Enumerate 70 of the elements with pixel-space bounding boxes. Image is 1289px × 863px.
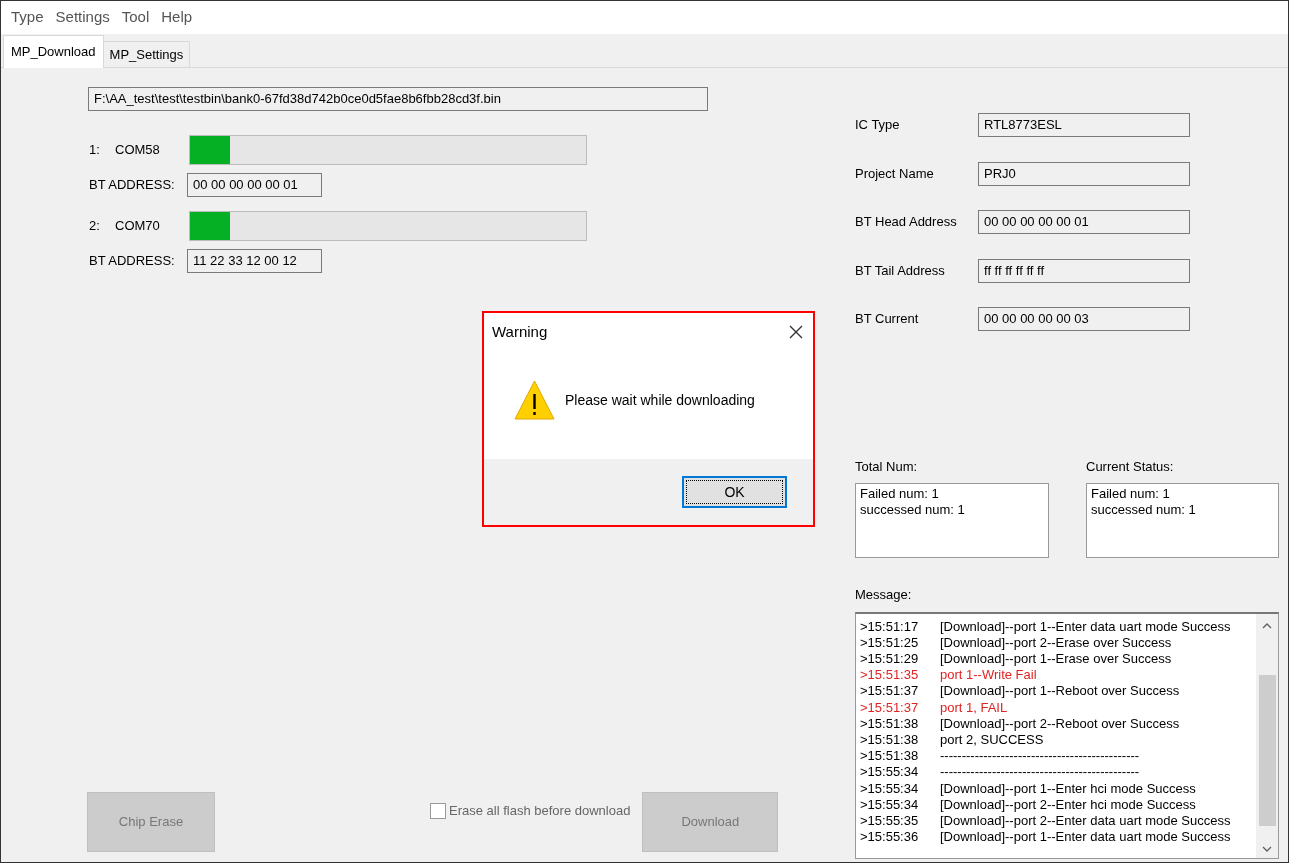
info-field[interactable]: 00 00 00 00 00 01: [978, 210, 1190, 234]
log-time: >15:51:29: [860, 650, 920, 668]
section-label: Total Num:: [855, 457, 919, 476]
address-field[interactable]: 11 22 33 12 00 12: [187, 249, 322, 273]
section-label: Current Status:: [1086, 457, 1175, 476]
info-field[interactable]: RTL8773ESL: [978, 113, 1190, 137]
log-text: port 1--Write Fail: [940, 667, 1037, 684]
log-text: port 1, FAIL: [940, 699, 1008, 716]
warning-icon: [514, 380, 555, 420]
close-button[interactable]: [787, 323, 805, 341]
log-time: >15:51:38: [860, 731, 920, 749]
log-text: port 2, SUCCESS: [940, 731, 1044, 749]
log-time: >15:55:34: [860, 796, 920, 813]
log-text: [Download]--port 1--Enter hci mode Success: [940, 780, 1196, 797]
info-field[interactable]: ff ff ff ff ff ff: [978, 258, 1190, 283]
scroll-up-icon[interactable]: [1262, 622, 1272, 629]
menu-item[interactable]: Help: [155, 6, 199, 29]
log-time: >15:51:38: [860, 748, 920, 765]
field-label: BT Tail Address: [855, 261, 946, 280]
log-text: ----------------------------------------------: [940, 764, 1140, 781]
field-label: IC Type: [855, 116, 901, 135]
log-time: >15:51:38: [860, 715, 920, 732]
dialog-title: Warning: [492, 321, 548, 342]
info-field[interactable]: PRJ0: [978, 161, 1190, 186]
log-text: [Download]--port 2--Enter hci mode Success: [940, 796, 1196, 813]
stats-line: successed num: 1: [860, 502, 966, 518]
stats-line: Failed num: 1: [860, 486, 940, 502]
menu-item[interactable]: Settings: [49, 6, 116, 29]
checkbox[interactable]: [430, 802, 446, 819]
port-index: 2:: [88, 217, 101, 236]
field-label: BT Current: [855, 310, 920, 329]
field-label: BT Head Address: [855, 213, 958, 232]
scroll-down-icon[interactable]: [1262, 846, 1272, 852]
log-text: [Download]--port 1--Enter data uart mode Success: [940, 829, 1231, 846]
info-field[interactable]: 00 00 00 00 00 03: [978, 307, 1190, 331]
menu-item[interactable]: Type: [5, 6, 50, 29]
address-label: BT ADDRESS:: [88, 176, 176, 195]
log-text: [Download]--port 1--Enter data uart mode Success: [940, 618, 1231, 635]
log-time: >15:51:35: [860, 667, 920, 684]
log-time: >15:55:34: [860, 780, 920, 797]
port-name: COM58: [115, 141, 161, 160]
tab[interactable]: MP_Download: [3, 34, 104, 68]
stats-line: Failed num: 1: [1091, 486, 1171, 502]
port-index: 1:: [88, 141, 101, 160]
log-time: >15:55:34: [860, 764, 920, 781]
tab[interactable]: MP_Settings: [102, 40, 191, 67]
log-time: >15:51:37: [860, 699, 920, 716]
log-time: >15:51:37: [860, 683, 920, 700]
ok-button[interactable]: OK: [682, 476, 787, 508]
file-path-field[interactable]: F:\AA_test\test\testbin\bank0-67fd38d742b0ce0d5fae8b6fbb28cd3f.bin: [88, 87, 708, 111]
log-text: [Download]--port 1--Reboot over Success: [940, 683, 1180, 700]
scrollbar[interactable]: [1256, 613, 1278, 858]
log-text: [Download]--port 2--Enter data uart mode Success: [940, 812, 1231, 830]
field-label: Project Name: [855, 164, 935, 183]
address-label: BT ADDRESS:: [88, 252, 176, 271]
stats-line: successed num: 1: [1091, 502, 1197, 518]
dialog-message: Please wait while downloading: [565, 390, 755, 410]
log-text: [Download]--port 1--Erase over Success: [940, 650, 1172, 668]
log-text: ----------------------------------------------: [940, 748, 1140, 765]
log-time: >15:51:25: [860, 634, 920, 651]
checkbox-label: Erase all flash before download: [449, 802, 631, 820]
log-time: >15:55:35: [860, 812, 920, 830]
log-text: [Download]--port 2--Erase over Success: [940, 634, 1172, 651]
log-time: >15:55:36: [860, 829, 920, 846]
section-label: Message:: [855, 586, 913, 604]
address-field[interactable]: 00 00 00 00 00 01: [187, 173, 322, 197]
log-text: [Download]--port 2--Reboot over Success: [940, 715, 1180, 732]
port-name: COM70: [115, 217, 161, 236]
log-time: >15:51:17: [860, 618, 920, 635]
menu-item[interactable]: Tool: [115, 6, 156, 29]
